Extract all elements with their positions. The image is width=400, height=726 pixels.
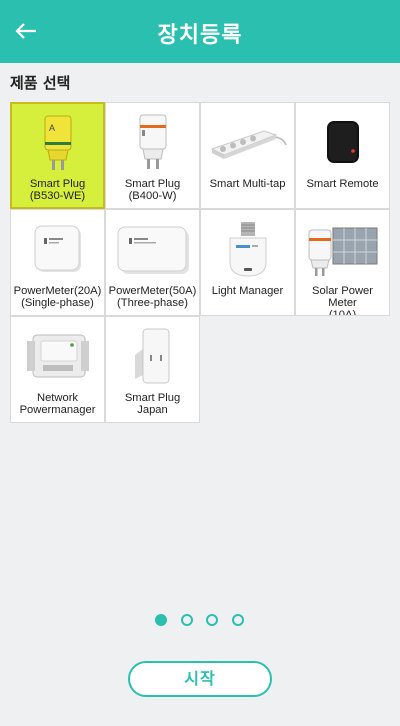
- page-dot-4[interactable]: [232, 614, 244, 626]
- page-title: 장치등록: [157, 23, 243, 48]
- powermeter-20a-image: [11, 218, 104, 280]
- smart-remote-image: [296, 111, 389, 173]
- smart-plug-b530-image: A: [12, 112, 103, 174]
- light-manager-image: [201, 218, 294, 280]
- section-title: 제품 선택: [10, 74, 71, 92]
- product-label: Smart Plug (B400-W): [124, 178, 181, 202]
- product-smart-plug-japan[interactable]: Smart Plug Japan: [105, 316, 200, 423]
- smart-plug-b400-image: [106, 111, 199, 173]
- page-dot-2[interactable]: [181, 614, 193, 626]
- page-indicator: [0, 614, 400, 628]
- smart-multi-tap-image: [201, 111, 294, 173]
- product-label: Smart Plug Japan: [124, 392, 181, 416]
- product-smart-plug-b400[interactable]: Smart Plug (B400-W): [105, 102, 200, 209]
- app-header: 장치등록: [0, 0, 400, 63]
- product-label: Smart Multi-tap: [209, 178, 286, 190]
- start-button[interactable]: 시작: [128, 661, 272, 697]
- product-smart-multi-tap[interactable]: Smart Multi-tap: [200, 102, 295, 209]
- svg-text:A: A: [49, 123, 55, 133]
- product-smart-plug-b530[interactable]: A Smart Plug (B530-WE): [10, 102, 105, 209]
- powermeter-50a-image: [106, 218, 199, 280]
- product-label: Network Powermanager: [19, 392, 96, 416]
- product-powermeter-20a[interactable]: PowerMeter(20A) (Single-phase): [10, 209, 105, 316]
- product-network-powermanager[interactable]: Network Powermanager: [10, 316, 105, 423]
- product-smart-remote[interactable]: Smart Remote: [295, 102, 390, 209]
- product-label: Solar Power Meter (10A): [312, 285, 373, 316]
- product-label: Smart Remote: [306, 178, 379, 190]
- page-dot-3[interactable]: [206, 614, 218, 626]
- page-dot-1[interactable]: [155, 614, 167, 626]
- product-label: Smart Plug (B530-WE): [29, 178, 86, 202]
- product-label: PowerMeter(50A) (Three-phase): [108, 285, 197, 309]
- product-powermeter-50a[interactable]: PowerMeter(50A) (Three-phase): [105, 209, 200, 316]
- smart-plug-japan-image: [106, 325, 199, 387]
- product-solar-power-meter[interactable]: Solar Power Meter (10A): [295, 209, 390, 316]
- network-powermanager-image: [11, 325, 104, 387]
- product-light-manager[interactable]: Light Manager: [200, 209, 295, 316]
- solar-power-meter-image: [296, 218, 389, 280]
- product-label: Light Manager: [211, 285, 284, 297]
- product-label: PowerMeter(20A) (Single-phase): [13, 285, 102, 309]
